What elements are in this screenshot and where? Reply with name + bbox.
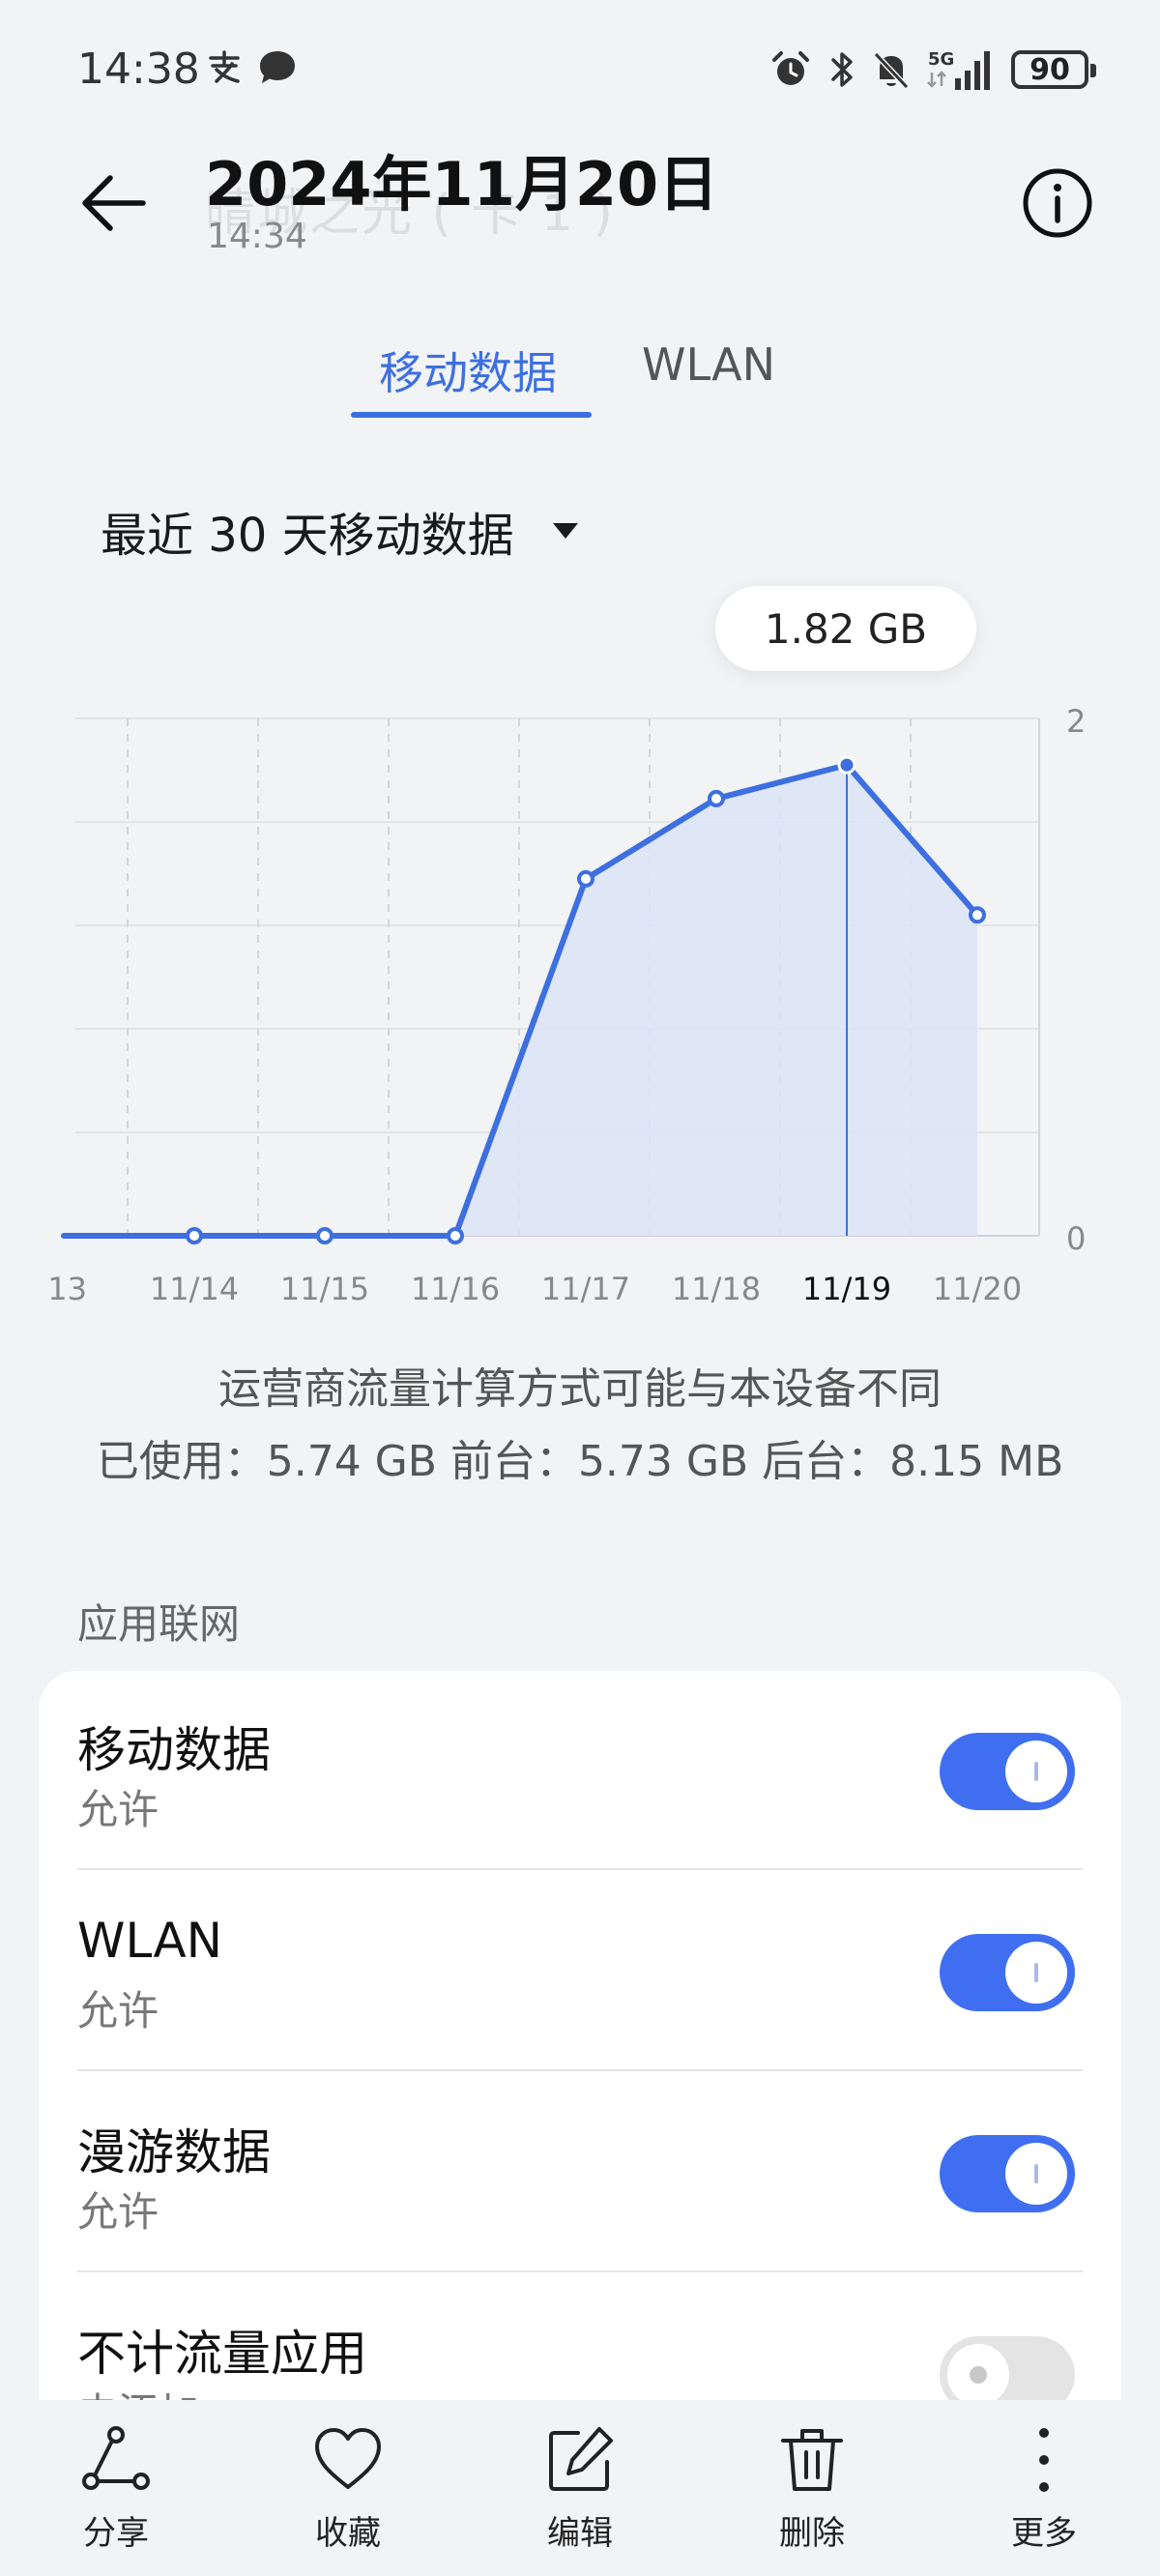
5g-signal-icon: 5G (927, 49, 990, 90)
status-time: 14:38 (77, 44, 200, 94)
x-tick-label: 13 (47, 1271, 87, 1305)
share-icon (82, 2426, 150, 2490)
section-label-app-network: 应用联网 (77, 1600, 241, 1648)
message-icon (260, 51, 295, 83)
x-tick-label: 11/20 (933, 1271, 1022, 1305)
data-point (708, 789, 725, 807)
edit-label: 编辑 (547, 2514, 613, 2553)
y-tick-label: 2 (1066, 703, 1086, 740)
mute-icon (873, 51, 910, 90)
period-label: 最近 30 天移动数据 (101, 509, 514, 563)
divider (77, 2270, 1083, 2272)
carrier-note: 运营商流量计算方式可能与本设备不同 (218, 1364, 942, 1414)
delete-button[interactable]: 删除 (735, 2423, 889, 2554)
more-vertical-icon (1039, 2428, 1049, 2492)
x-tick-label: 11/15 (280, 1271, 369, 1305)
y-tick-label: 0 (1066, 1220, 1086, 1257)
back-arrow-icon[interactable] (75, 164, 153, 242)
chart-tooltip: 1.82 GB (715, 586, 976, 671)
divider (77, 1868, 1083, 1870)
bluetooth-icon (831, 52, 853, 87)
data-point (316, 1227, 334, 1244)
data-point (186, 1227, 203, 1244)
x-tick-label: 11/16 (411, 1271, 500, 1305)
share-button[interactable]: 分享 (39, 2423, 193, 2554)
favorite-button[interactable]: 收藏 (271, 2423, 425, 2554)
edit-icon (549, 2427, 613, 2491)
toggle-roaming[interactable] (940, 2135, 1075, 2212)
setting-title-wlan: WLAN (77, 1913, 223, 1969)
status-left-icons (205, 48, 298, 87)
info-icon[interactable] (1021, 166, 1094, 240)
bottom-toolbar: 分享 收藏 编辑 删除 更多 (0, 2400, 1160, 2576)
tab-active-indicator (351, 412, 592, 418)
data-point (969, 906, 986, 924)
toggle-knob (1005, 2143, 1067, 2205)
x-tick-label: 11/17 (541, 1271, 630, 1305)
setting-title-roaming: 漫游数据 (77, 2124, 271, 2181)
toggle-knob (947, 2344, 1009, 2406)
toggle-knob (1005, 1741, 1067, 1802)
data-point (577, 869, 594, 888)
x-tick-label: 11/19 (802, 1271, 891, 1305)
alipay-icon (209, 50, 240, 83)
heart-icon (315, 2428, 381, 2489)
favorite-label: 收藏 (315, 2514, 381, 2553)
x-tick-label: 11/18 (672, 1271, 761, 1305)
series-area (64, 765, 977, 1236)
tab-wlan[interactable]: WLAN (642, 338, 775, 391)
svg-text:5G: 5G (928, 49, 954, 70)
caret-down-icon (552, 523, 578, 539)
x-tick-label: 11/14 (150, 1271, 239, 1305)
divider (77, 2069, 1083, 2071)
more-label: 更多 (1011, 2514, 1077, 2553)
setting-status-wlan: 允许 (77, 1987, 160, 2034)
trash-icon (781, 2429, 843, 2491)
data-point-highlight (837, 755, 856, 775)
delete-label: 删除 (779, 2514, 845, 2553)
toggle-mobile-data[interactable] (940, 1733, 1075, 1810)
edit-button[interactable]: 编辑 (503, 2423, 657, 2554)
status-right-icons: 5G 90 (769, 44, 1096, 95)
share-label: 分享 (83, 2514, 149, 2553)
data-point (447, 1227, 464, 1244)
alarm-icon (772, 51, 809, 85)
data-usage-chart: 13 11/14 11/15 11/16 11/17 11/18 11/19 11/20 2 0 (47, 703, 1086, 1305)
usage-summary: 已使用：5.74 GB 前台：5.73 GB 后台：8.15 MB (96, 1437, 1064, 1486)
page-title: 2024年11月20日 (205, 149, 719, 220)
period-dropdown[interactable]: 最近 30 天移动数据 (101, 497, 578, 565)
setting-status-roaming: 允许 (77, 2188, 160, 2236)
toggle-wlan[interactable] (940, 1934, 1075, 2011)
page-subtitle-time: 14:34 (207, 217, 307, 256)
battery-indicator: 90 (1011, 50, 1096, 89)
more-button[interactable]: 更多 (967, 2423, 1121, 2554)
tab-mobile-data[interactable]: 移动数据 (379, 338, 557, 402)
setting-title-mobile-data: 移动数据 (77, 1722, 271, 1778)
setting-title-unmetered-apps: 不计流量应用 (77, 2326, 367, 2382)
setting-status-mobile-data: 允许 (77, 1786, 160, 1833)
toggle-knob (1005, 1942, 1067, 2004)
